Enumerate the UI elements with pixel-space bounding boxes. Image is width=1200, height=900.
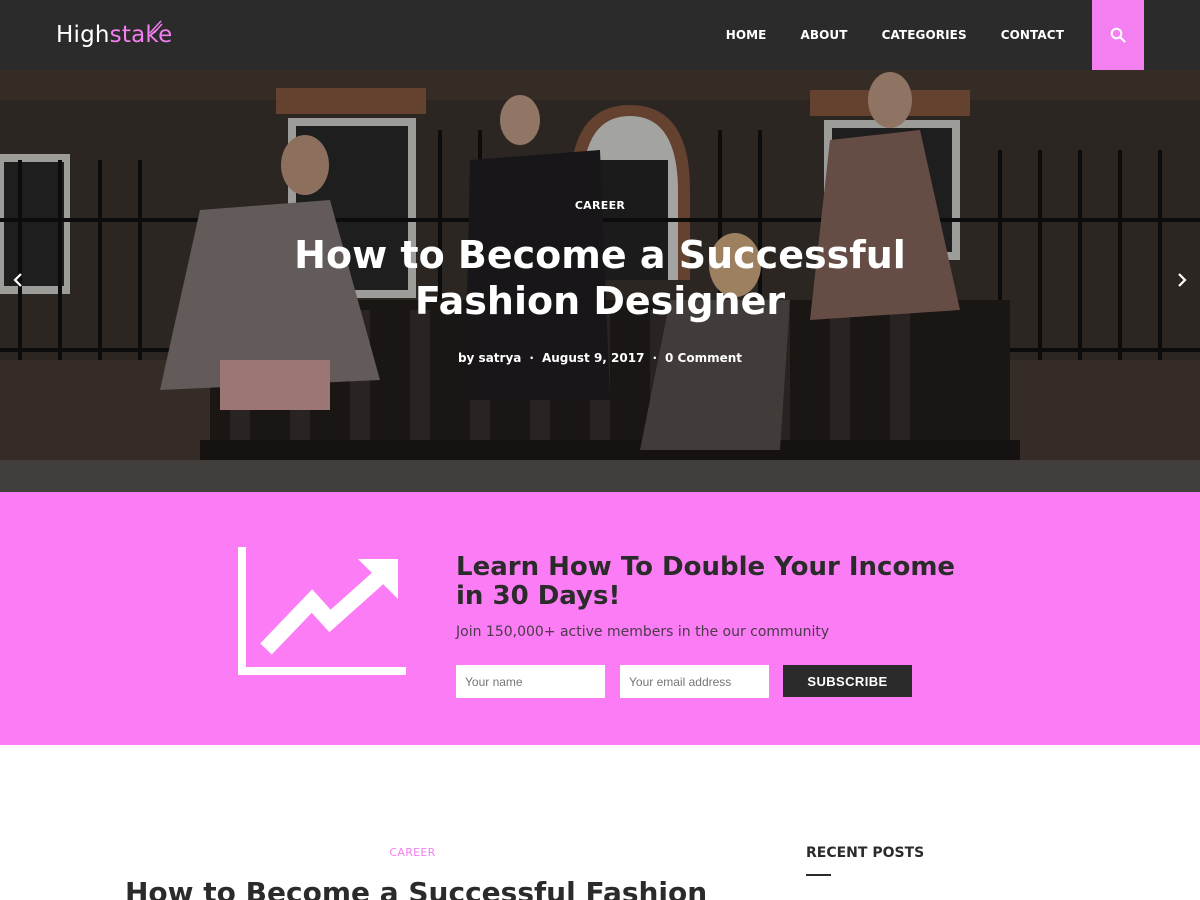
meta-separator: · [652, 351, 658, 365]
nav-contact[interactable]: CONTACT [1001, 28, 1064, 42]
hero-comments[interactable]: 0 Comment [665, 351, 742, 365]
site-header: Highstake HOME ABOUT CATEGORIES CONTACT [0, 0, 1200, 70]
recent-posts-heading: RECENT POSTS [806, 845, 925, 861]
name-input[interactable] [456, 665, 605, 698]
email-input[interactable] [620, 665, 769, 698]
hero-meta: by satrya · August 9, 2017 · 0 Comment [0, 351, 1200, 365]
subscribe-subtitle: Join 150,000+ active members in the our … [456, 624, 830, 640]
heading-divider [806, 874, 831, 876]
slider-prev-button[interactable] [8, 270, 28, 290]
hero-category[interactable]: CAREER [0, 199, 1200, 212]
meta-separator: · [529, 351, 534, 365]
hero-author[interactable]: by satrya [458, 351, 521, 365]
slider-next-button[interactable] [1172, 270, 1192, 290]
nav-about[interactable]: ABOUT [800, 28, 847, 42]
chevron-right-icon [1178, 273, 1187, 287]
search-icon [1110, 27, 1126, 43]
chevron-left-icon [13, 273, 22, 287]
hero-date: August 9, 2017 [541, 351, 645, 365]
post-category[interactable]: CAREER [300, 846, 525, 859]
subscribe-button[interactable]: SUBSCRIBE [783, 665, 912, 697]
subscribe-title: Learn How To Double Your Income in 30 Da… [456, 552, 956, 611]
subscribe-section: Learn How To Double Your Income in 30 Da… [0, 492, 1200, 745]
hero-slider: CAREER How to Become a Successful Fashio… [0, 70, 1200, 492]
growth-chart-icon [238, 547, 406, 675]
search-button[interactable] [1092, 0, 1144, 70]
nav-home[interactable]: HOME [726, 28, 767, 42]
post-title[interactable]: How to Become a Successful Fashion [125, 876, 765, 900]
nav-categories[interactable]: CATEGORIES [882, 28, 967, 42]
logo-pen-icon [149, 20, 163, 34]
hero-title[interactable]: How to Become a Successful Fashion Desig… [250, 232, 950, 324]
logo-text-part2: stake [109, 22, 173, 48]
logo-text-part1: High [56, 22, 110, 48]
main-nav: HOME ABOUT CATEGORIES CONTACT [692, 0, 1064, 70]
